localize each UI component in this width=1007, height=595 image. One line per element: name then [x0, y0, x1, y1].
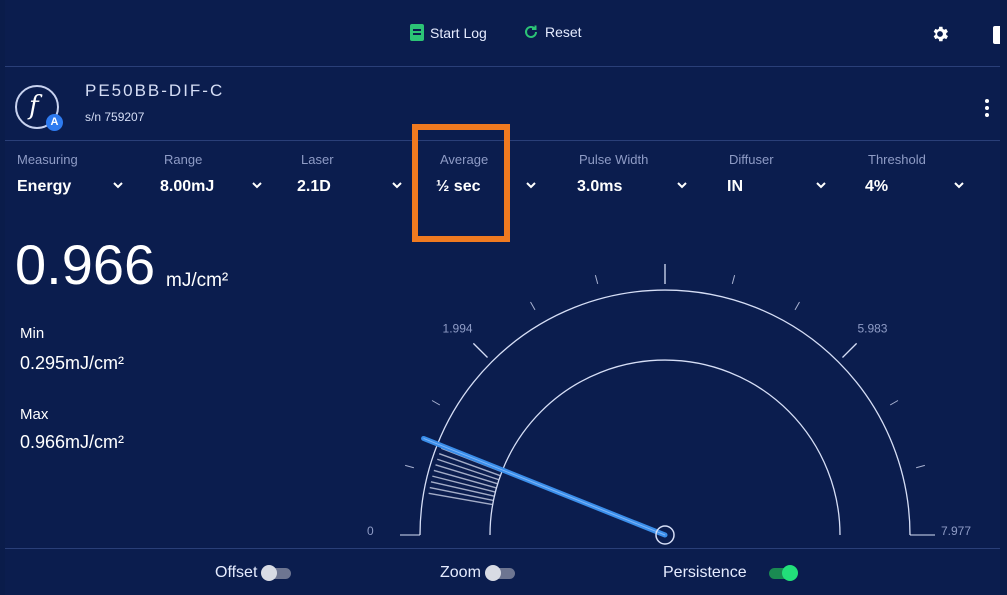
max-value: 0.966mJ/cm²: [20, 432, 125, 452]
energy-gauge: 0 1.994 3.989 5.983 7.977: [367, 230, 971, 545]
divider: [5, 140, 1000, 141]
persistence-toggle[interactable]: Persistence: [663, 564, 798, 582]
setting-measuring[interactable]: Measuring Energy: [17, 148, 137, 218]
min-label: Min: [20, 325, 45, 342]
setting-label: Pulse Width: [579, 152, 649, 167]
setting-value: 2.1D: [297, 178, 331, 195]
sensor-logo: f A: [15, 85, 63, 131]
gauge-labels: 0 1.994 3.989 5.983 7.977: [367, 230, 971, 538]
gauge-major-tick: [472, 342, 488, 358]
panel-icon[interactable]: [993, 26, 1000, 44]
setting-pulse-width[interactable]: Pulse Width 3.0ms: [577, 148, 697, 218]
zoom-switch[interactable]: [484, 565, 517, 581]
setting-label: Laser: [301, 152, 334, 167]
sensor-logo-letter: f: [29, 91, 39, 121]
min-value: 0.295mJ/cm²: [20, 353, 125, 373]
persistence-label: Persistence: [663, 564, 747, 581]
setting-value: 3.0ms: [577, 178, 623, 195]
setting-value: ½ sec: [436, 178, 481, 195]
setting-value: IN: [727, 178, 743, 195]
setting-label: Measuring: [17, 152, 78, 167]
sensor-serial: s/n 759207: [85, 110, 145, 124]
gauge-minor-tick: [405, 464, 414, 469]
reset-label: Reset: [545, 24, 582, 40]
setting-value: 4%: [865, 178, 889, 195]
offset-switch[interactable]: [261, 565, 293, 581]
needle-highlight: [423, 437, 666, 536]
chevron-down-icon: [677, 182, 687, 189]
setting-label: Threshold: [868, 152, 926, 167]
gauge-minor-tick: [731, 275, 736, 284]
gauge-minor-tick: [594, 275, 599, 284]
reset-icon: [525, 25, 537, 38]
persistence-mark: [435, 464, 498, 485]
setting-average[interactable]: Average ½ sec: [436, 148, 546, 218]
setting-range[interactable]: Range 8.00mJ: [160, 148, 280, 218]
gauge-tick-label: 0: [367, 524, 374, 538]
gauge-minor-tick: [530, 301, 536, 311]
chevron-down-icon: [816, 182, 826, 189]
clipboard-icon: [410, 24, 424, 41]
gauge-inner-arc: [489, 359, 841, 536]
reset-button[interactable]: Reset: [523, 24, 582, 40]
chevron-down-icon: [526, 182, 536, 189]
gauge-minor-tick: [794, 301, 800, 311]
setting-value: 8.00mJ: [160, 178, 215, 195]
chevron-down-icon: [954, 182, 964, 189]
app-window: Start Log Reset f A PE50BB-DIF-C s/n 759…: [5, 0, 1000, 595]
zoom-toggle[interactable]: Zoom: [440, 564, 517, 582]
setting-label: Average: [440, 152, 489, 167]
setting-label: Diffuser: [729, 152, 774, 167]
setting-diffuser[interactable]: Diffuser IN: [727, 148, 847, 218]
gauge-minor-tick: [916, 464, 925, 469]
start-log-label: Start Log: [430, 24, 487, 41]
setting-threshold[interactable]: Threshold 4%: [865, 148, 985, 218]
main-reading-value: 0.966: [15, 233, 156, 296]
persistence-switch[interactable]: [765, 565, 798, 581]
chevron-down-icon: [252, 182, 262, 189]
max-label: Max: [20, 406, 49, 423]
sensor-name: PE50BB-DIF-C: [85, 81, 225, 100]
zoom-label: Zoom: [440, 564, 481, 581]
offset-label: Offset: [215, 564, 258, 581]
gauge-needle: [421, 435, 675, 545]
gauge-arcs: [400, 289, 935, 536]
gauge-tick-label: 1.994: [443, 322, 473, 336]
start-log-button[interactable]: Start Log: [410, 24, 487, 41]
setting-value: Energy: [17, 178, 72, 195]
gauge-tick-label: 7.977: [941, 524, 971, 538]
gauge-minor-tick: [431, 400, 441, 406]
gauge-tick-label: 5.983: [857, 322, 887, 336]
more-menu-icon[interactable]: [985, 99, 989, 117]
gauge-ticks: [405, 264, 925, 469]
setting-label: Range: [164, 152, 203, 167]
main-reading-unit: mJ/cm²: [166, 270, 229, 291]
sensor-logo-badge: A: [46, 114, 63, 131]
offset-toggle[interactable]: Offset: [215, 564, 293, 582]
top-toolbar: Start Log Reset: [5, 0, 1000, 67]
gauge-major-tick: [842, 342, 858, 358]
gauge-tick-label: 3.989: [653, 230, 683, 231]
gauge-minor-tick: [889, 400, 899, 406]
gear-icon[interactable]: [930, 24, 950, 44]
setting-laser[interactable]: Laser 2.1D: [297, 148, 407, 218]
chevron-down-icon: [392, 182, 402, 189]
chevron-down-icon: [113, 182, 123, 189]
